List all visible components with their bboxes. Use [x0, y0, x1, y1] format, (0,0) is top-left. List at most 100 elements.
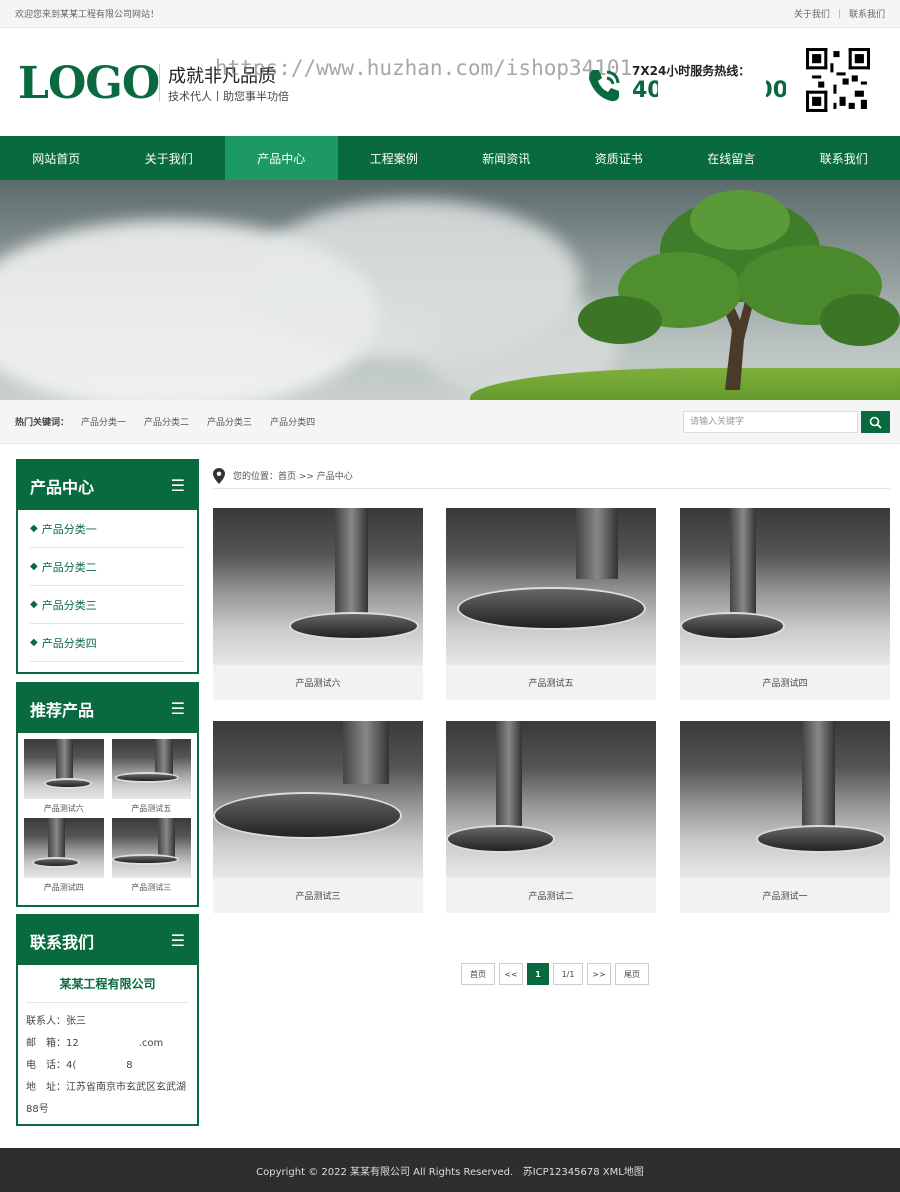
nav-message[interactable]: 在线留言 [675, 136, 788, 180]
nav-news[interactable]: 新闻资讯 [450, 136, 563, 180]
site-header: LOGO 成就非凡品质 技术代人丨助您事半功倍 https://www.huzh… [0, 28, 900, 136]
category-label: 产品分类一 [41, 522, 97, 536]
contact-phone: 电 话：4( 8 [26, 1060, 133, 1071]
recommended-item[interactable]: 产品测试六 [24, 739, 104, 814]
top-link-contact[interactable]: 联系我们 [849, 7, 885, 20]
recommended-label: 产品测试六 [43, 804, 84, 813]
product-name: 产品测试二 [528, 892, 574, 902]
contact-email: 邮 箱：12 .com [26, 1038, 164, 1049]
sidebar-title: 推荐产品 [30, 700, 95, 720]
hero-banner [0, 180, 900, 400]
nav-contact[interactable]: 联系我们 [788, 136, 900, 180]
tag-icon: ◆ [30, 599, 38, 610]
tag-icon: ◆ [30, 523, 38, 534]
top-links: 关于我们 | 联系我们 [794, 7, 885, 21]
sub-slogan: 技术代人丨助您事半功倍 [168, 90, 289, 103]
sidebar-category[interactable]: ◆ 产品分类一 [30, 510, 185, 548]
nav-home[interactable]: 网站首页 [0, 136, 113, 180]
sidebar-contact: 联系我们 ☰ 某某工程有限公司 联系人：张三 邮 箱：12 .com 电 话：4… [16, 914, 199, 1126]
product-name: 产品测试四 [762, 679, 808, 689]
search-input[interactable]: 请输入关键字 [683, 411, 858, 433]
list-menu-icon[interactable]: ☰ [171, 931, 185, 950]
phone-icon [589, 70, 620, 102]
hotline-redaction [658, 80, 766, 106]
tag-icon: ◆ [30, 561, 38, 572]
welcome-text: 欢迎您来到某某工程有限公司网站！ [15, 10, 160, 20]
breadcrumb: 您的位置：首页 >> 产品中心 [213, 463, 890, 489]
pagination: 首页 << 1 1/1 >> 尾页 [461, 963, 649, 985]
recommended-label: 产品测试五 [131, 804, 172, 813]
page-prev-button[interactable]: << [499, 963, 523, 985]
hot-keyword[interactable]: 产品分类三 [207, 415, 252, 428]
product-image [213, 721, 423, 878]
search-icon [869, 416, 882, 429]
product-image [446, 508, 656, 665]
watermark-text: https://www.huzhan.com/ishop34101 [215, 56, 633, 80]
qr-code-icon [806, 48, 870, 112]
site-footer: Copyright © 2022 某某有限公司 All Rights Reser… [0, 1148, 900, 1192]
product-name: 产品测试五 [528, 679, 574, 689]
hot-keyword[interactable]: 产品分类一 [81, 415, 126, 428]
product-card[interactable]: 产品测试四 [680, 508, 890, 700]
product-thumbnail [111, 739, 191, 799]
list-menu-icon[interactable]: ☰ [171, 699, 185, 718]
page-next-button[interactable]: >> [587, 963, 611, 985]
footer-copyright: Copyright © 2022 某某有限公司 All Rights Reser… [256, 1166, 644, 1178]
hotline-label: 7X24小时服务热线： [632, 64, 751, 78]
search-bar: 热门关键词： 产品分类一 产品分类二 产品分类三 产品分类四 请输入关键字 [0, 400, 900, 444]
page-first-button[interactable]: 首页 [461, 963, 495, 985]
nav-certificates[interactable]: 资质证书 [563, 136, 676, 180]
contact-company: 某某工程有限公司 [26, 965, 189, 1003]
product-name: 产品测试一 [762, 892, 808, 902]
banner-tree-image [578, 190, 900, 390]
product-thumbnail [24, 818, 104, 878]
list-menu-icon[interactable]: ☰ [171, 476, 185, 495]
sidebar-recommended: 推荐产品 ☰ 产品测试六 产品测试五 产品测试四 产品测试三 [16, 682, 199, 907]
recommended-grid: 产品测试六 产品测试五 产品测试四 产品测试三 [18, 733, 197, 897]
search-button[interactable] [861, 411, 890, 433]
page-current-button[interactable]: 1 [527, 963, 549, 985]
product-thumbnail [111, 818, 191, 878]
hot-keyword[interactable]: 产品分类二 [144, 415, 189, 428]
product-card[interactable]: 产品测试一 [680, 721, 890, 913]
contact-details: 联系人：张三 邮 箱：12 .com 电 话：4( 8 地 址：江苏省南京市玄武… [18, 1003, 197, 1121]
contact-person: 联系人：张三 [26, 1016, 86, 1027]
sidebar-title: 联系我们 [30, 932, 95, 952]
sidebar-title: 产品中心 [30, 477, 95, 497]
product-card[interactable]: 产品测试二 [446, 721, 656, 913]
product-image [680, 721, 890, 878]
nav-cases[interactable]: 工程案例 [338, 136, 451, 180]
product-card[interactable]: 产品测试六 [213, 508, 423, 700]
site-logo[interactable]: LOGO [18, 58, 160, 109]
product-card[interactable]: 产品测试三 [213, 721, 423, 913]
recommended-item[interactable]: 产品测试三 [111, 818, 191, 893]
top-link-about[interactable]: 关于我们 [794, 7, 830, 20]
sidebar-category[interactable]: ◆ 产品分类四 [30, 624, 185, 662]
page-total: 1/1 [553, 963, 583, 985]
top-bar: 欢迎您来到某某工程有限公司网站！ 关于我们 | 联系我们 [0, 0, 900, 28]
location-pin-icon [213, 468, 225, 484]
product-card[interactable]: 产品测试五 [446, 508, 656, 700]
product-image [213, 508, 423, 665]
product-thumbnail [24, 739, 104, 799]
hot-keyword[interactable]: 产品分类四 [270, 415, 315, 428]
recommended-item[interactable]: 产品测试四 [24, 818, 104, 893]
category-label: 产品分类四 [41, 636, 97, 650]
recommended-label: 产品测试四 [43, 883, 84, 892]
sidebar-product-center: 产品中心 ☰ ◆ 产品分类一 ◆ 产品分类二 ◆ 产品分类三 ◆ 产品分类四 [16, 459, 199, 674]
sidebar-category[interactable]: ◆ 产品分类三 [30, 586, 185, 624]
category-label: 产品分类二 [41, 560, 97, 574]
recommended-item[interactable]: 产品测试五 [111, 739, 191, 814]
recommended-label: 产品测试三 [131, 883, 172, 892]
sidebar-header: 产品中心 ☰ [18, 461, 197, 510]
nav-products[interactable]: 产品中心 [225, 136, 338, 180]
product-name: 产品测试六 [295, 679, 341, 689]
tag-icon: ◆ [30, 637, 38, 648]
sidebar-category[interactable]: ◆ 产品分类二 [30, 548, 185, 586]
nav-about[interactable]: 关于我们 [113, 136, 226, 180]
page-last-button[interactable]: 尾页 [615, 963, 649, 985]
breadcrumb-text[interactable]: 您的位置：首页 >> 产品中心 [233, 469, 353, 482]
product-name: 产品测试三 [295, 892, 341, 902]
sidebar-header: 推荐产品 ☰ [18, 684, 197, 733]
top-link-separator: | [837, 8, 841, 19]
